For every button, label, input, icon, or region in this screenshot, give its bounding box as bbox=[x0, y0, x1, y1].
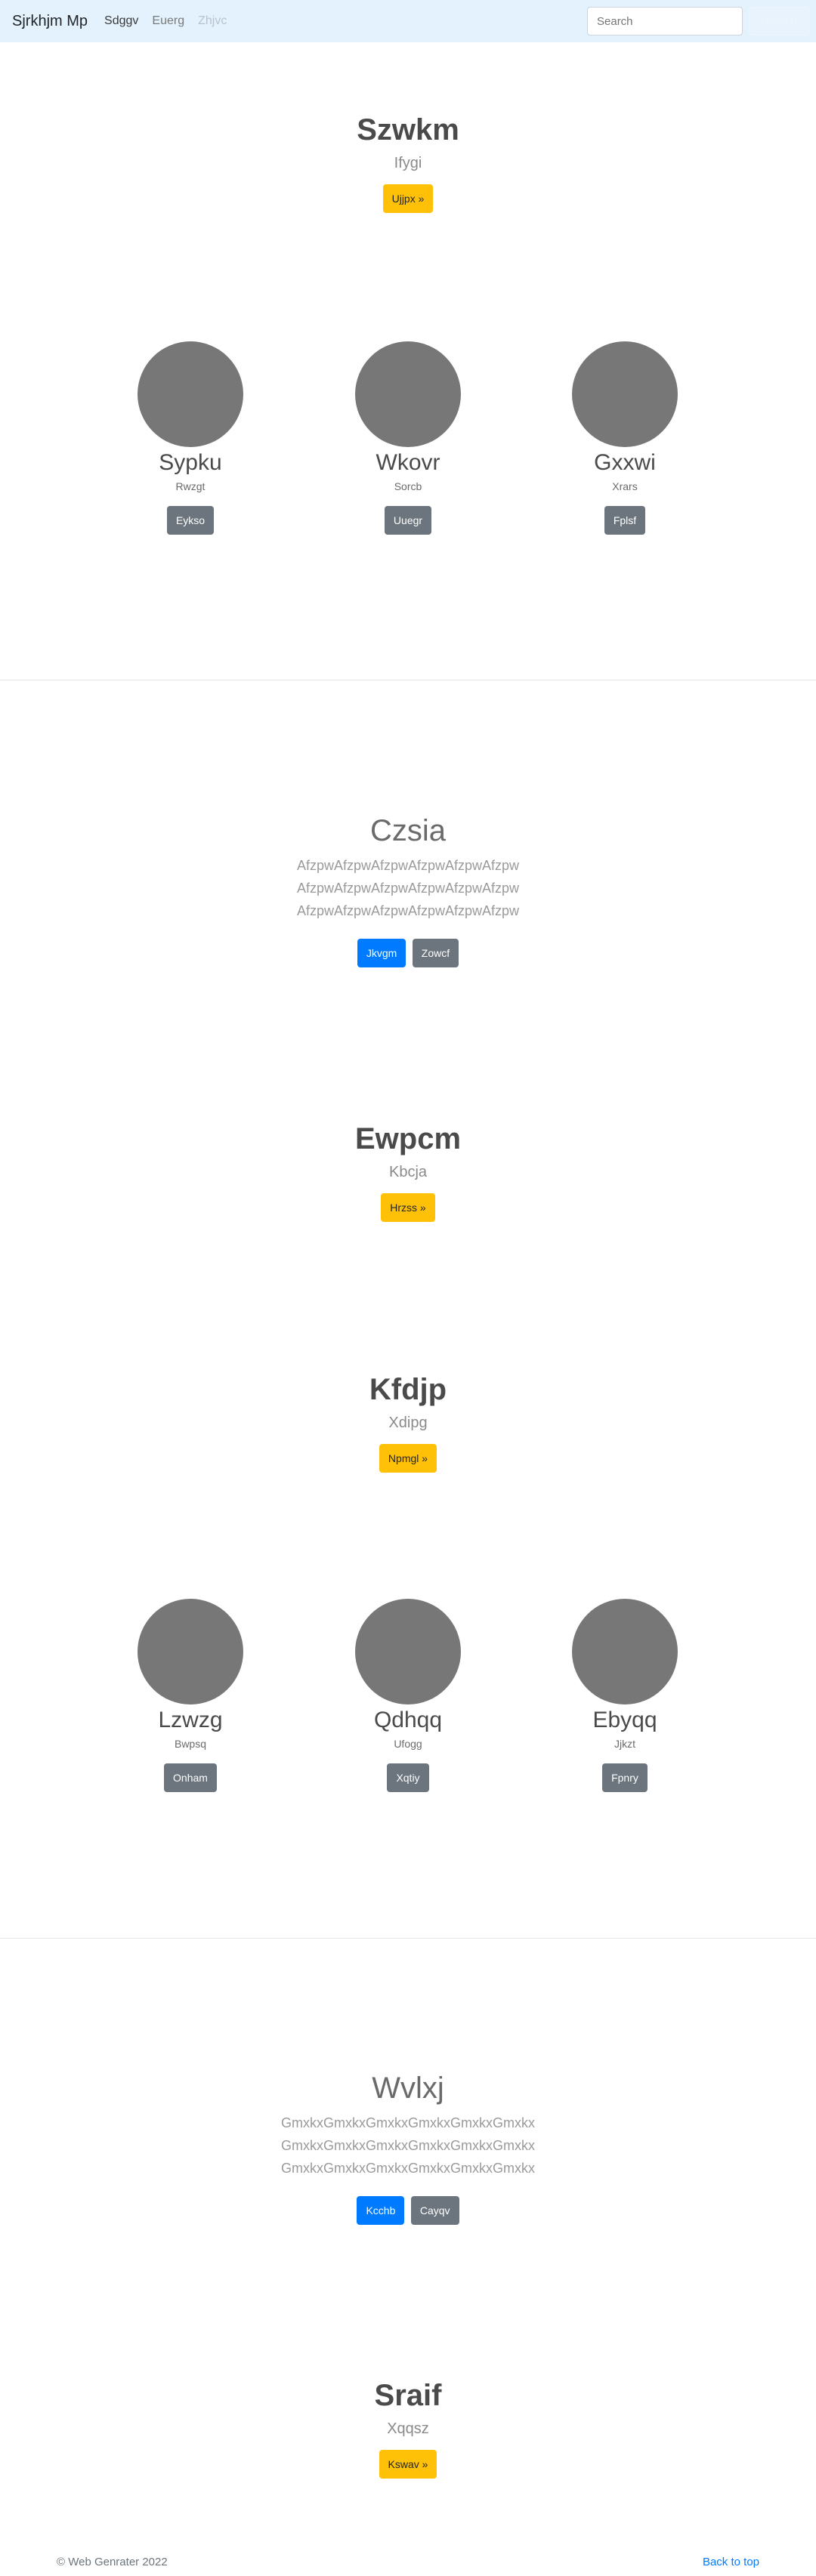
hero-section-1: Szwkm Ifygi Ujjpx » bbox=[0, 113, 816, 213]
hero-subtitle: Ifygi bbox=[394, 155, 422, 171]
lead-title: Czsia bbox=[369, 814, 447, 847]
hero-title: Szwkm bbox=[357, 113, 459, 147]
lead-text-line: AfzpwAfzpwAfzpwAfzpwAfzpwAfzpw bbox=[296, 881, 520, 896]
nav-link-euerg[interactable]: Euerg bbox=[152, 14, 184, 28]
nav-link-sdggv[interactable]: Sdggv bbox=[104, 14, 138, 28]
lead-text-line: GmxkxGmxkxGmxkxGmxkxGmxkxGmxkx bbox=[281, 2115, 535, 2130]
feature-image bbox=[572, 1599, 678, 1704]
navbar-brand[interactable]: Sjrkhjm Mp bbox=[12, 13, 88, 30]
lead-text-line: AfzpwAfzpwAfzpwAfzpwAfzpwAfzpw bbox=[296, 858, 520, 873]
lead-title: Wvlxj bbox=[372, 2072, 444, 2105]
lead-text: GmxkxGmxkxGmxkxGmxkxGmxkxGmxkx GmxkxGmxk… bbox=[0, 2112, 816, 2180]
search-button[interactable]: Search bbox=[749, 7, 809, 35]
hero-section-3: Kfdjp Xdipg Npmgl » bbox=[0, 1373, 816, 1473]
navbar: Sjrkhjm Mp Sdggv Euerg Zhjvc Search bbox=[0, 0, 816, 42]
feature-image bbox=[138, 1599, 243, 1704]
feature-button[interactable]: Xqtiy bbox=[387, 1763, 429, 1792]
feature-card: Ebyqq Jjkzt Fpnry bbox=[534, 1599, 716, 1792]
feature-image bbox=[355, 341, 461, 447]
feature-subtitle: Xrars bbox=[612, 480, 638, 492]
hero-section-4: Sraif Xqqsz Kswav » bbox=[0, 2379, 816, 2479]
feature-subtitle: Rwzgt bbox=[175, 480, 206, 492]
feature-card: Gxxwi Xrars Fplsf bbox=[534, 341, 716, 535]
feature-card: Sypku Rwzgt Eykso bbox=[100, 341, 281, 535]
hero-subtitle: Xdipg bbox=[388, 1414, 428, 1431]
feature-title: Sypku bbox=[159, 450, 222, 475]
feature-button[interactable]: Eykso bbox=[166, 506, 215, 535]
feature-subtitle: Ufogg bbox=[394, 1738, 422, 1750]
feature-card: Qdhqq Ufogg Xqtiy bbox=[317, 1599, 499, 1792]
feature-title: Wkovr bbox=[376, 450, 440, 475]
feature-image bbox=[138, 341, 243, 447]
nav-link-zhjvc: Zhjvc bbox=[198, 14, 227, 27]
hero-subtitle: Kbcja bbox=[388, 1164, 428, 1180]
lead-text: AfzpwAfzpwAfzpwAfzpwAfzpwAfzpw AfzpwAfzp… bbox=[0, 854, 816, 922]
feature-image bbox=[572, 341, 678, 447]
hero-section-2: Ewpcm Kbcja Hrzss » bbox=[0, 1122, 816, 1222]
lead-secondary-button[interactable]: Zowcf bbox=[412, 939, 459, 967]
hero-subtitle: Xqqsz bbox=[387, 2420, 429, 2437]
search-input[interactable] bbox=[587, 7, 743, 35]
hero-cta-button[interactable]: Kswav » bbox=[379, 2450, 437, 2479]
back-to-top-link[interactable]: Back to top bbox=[703, 2556, 759, 2568]
feature-title: Ebyqq bbox=[592, 1708, 657, 1732]
feature-subtitle: Bwpsq bbox=[174, 1738, 207, 1750]
feature-button[interactable]: Onham bbox=[164, 1763, 217, 1792]
footer: © Web Genrater 2022 Back to top bbox=[0, 2556, 816, 2574]
feature-title: Gxxwi bbox=[594, 450, 656, 475]
search-form: Search bbox=[587, 7, 809, 35]
lead-text-line: GmxkxGmxkxGmxkxGmxkxGmxkxGmxkx bbox=[281, 2161, 535, 2176]
section-divider bbox=[0, 1938, 816, 1939]
hero-cta-button[interactable]: Ujjpx » bbox=[382, 184, 434, 213]
hero-cta-button[interactable]: Npmgl » bbox=[379, 1444, 437, 1473]
footer-copyright: © Web Genrater 2022 bbox=[57, 2556, 168, 2568]
feature-title: Lzwzg bbox=[158, 1708, 223, 1732]
hero-title: Ewpcm bbox=[354, 1122, 462, 1155]
feature-button[interactable]: Uuegr bbox=[384, 506, 432, 535]
feature-button[interactable]: Fpnry bbox=[602, 1763, 648, 1792]
feature-subtitle: Sorcb bbox=[394, 480, 422, 492]
hero-title: Kfdjp bbox=[369, 1373, 447, 1406]
lead-primary-button[interactable]: Jkvgm bbox=[357, 939, 406, 967]
lead-section-2: Wvlxj GmxkxGmxkxGmxkxGmxkxGmxkxGmxkx Gmx… bbox=[0, 2072, 816, 2225]
feature-card: Wkovr Sorcb Uuegr bbox=[317, 341, 499, 535]
hero-title: Sraif bbox=[374, 2379, 442, 2412]
lead-section-1: Czsia AfzpwAfzpwAfzpwAfzpwAfzpwAfzpw Afz… bbox=[0, 814, 816, 967]
feature-card: Lzwzg Bwpsq Onham bbox=[100, 1599, 281, 1792]
feature-title: Qdhqq bbox=[373, 1708, 443, 1732]
feature-image bbox=[355, 1599, 461, 1704]
lead-primary-button[interactable]: Kcchb bbox=[357, 2196, 405, 2225]
feature-subtitle: Jjkzt bbox=[614, 1738, 635, 1750]
hero-cta-button[interactable]: Hrzss » bbox=[381, 1193, 435, 1222]
lead-secondary-button[interactable]: Cayqv bbox=[410, 2196, 459, 2225]
lead-text-line: AfzpwAfzpwAfzpwAfzpwAfzpwAfzpw bbox=[296, 903, 520, 918]
feature-button[interactable]: Fplsf bbox=[604, 506, 646, 535]
lead-text-line: GmxkxGmxkxGmxkxGmxkxGmxkxGmxkx bbox=[281, 2138, 535, 2153]
